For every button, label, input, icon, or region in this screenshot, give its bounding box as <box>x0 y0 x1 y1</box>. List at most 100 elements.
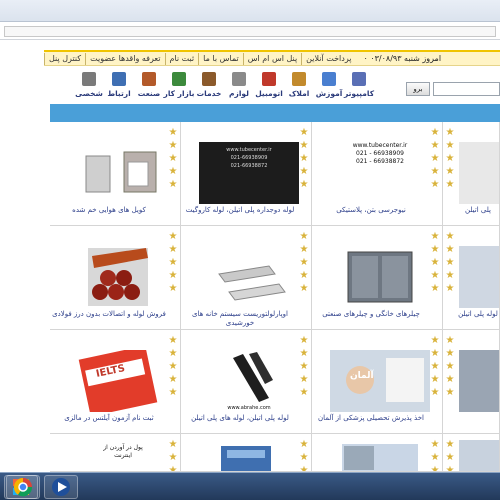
category-label: آموزش <box>315 89 343 98</box>
listing-card[interactable]: ★ ★ ★ ★ ★ www.tubecenter.ir 021 - 66938909 0… <box>312 122 443 226</box>
media-icon[interactable] <box>44 475 78 499</box>
listing-card[interactable]: ★ ★ ★ <box>181 434 312 472</box>
rating-stars: ★ ★ ★ ★ ★ <box>168 127 178 190</box>
listing-card[interactable]: ★ ★ ★ ★ ★ چیلرهای خانگی و چیلرهای صنعتی <box>312 226 443 330</box>
listing-card[interactable]: ★ ★ ★ <box>312 434 443 472</box>
listing-card[interactable]: ★ ★ ★ ★ ★ آلمان اخذ پذیرش تحصیلی پزشکی از آل… <box>312 330 443 434</box>
rating-stars: ★ ★ ★ ★ ★ <box>445 127 455 190</box>
listing-title[interactable]: چیلرهای خانگی و چیلرهای صنعتی <box>314 310 428 319</box>
category-education[interactable]: آموزش <box>314 70 344 106</box>
photo-text: www.abrahe.com <box>227 405 271 411</box>
listing-card[interactable]: ★ ★ ★ ★ ★ www.abrahe.com لوله پلی اتیلن، لول… <box>181 330 312 434</box>
listing-card[interactable]: ★ ★ ★ ★ ★ فروش لوله و اتصالات بدون درز فولاد… <box>50 226 181 330</box>
category-label: خدمات <box>196 89 222 98</box>
rating-stars: ★ ★ ★ <box>168 439 178 472</box>
listing-title[interactable]: فروش لوله و اتصالات بدون درز فولادی <box>52 310 166 319</box>
site-page: کنترل پنل تعرفه واقدها عضویت ثبت نام تما… <box>44 40 500 472</box>
rating-stars: ★ ★ ★ <box>299 439 309 472</box>
listing-title[interactable]: لوله پلی اتیلن، لوله های پلی اتیلن <box>183 414 297 423</box>
barrier-icon: www.tubecenter.ir 021 - 66938909 021 - 6… <box>330 142 430 204</box>
category-car[interactable]: اتومبیل <box>254 70 284 106</box>
category-communication[interactable]: ارتباط <box>104 70 134 106</box>
category-appliances[interactable]: لوازم <box>224 70 254 106</box>
listing-title[interactable]: اخذ پذیرش تحصیلی پزشکی از آلمان <box>314 414 428 423</box>
rating-stars: ★ ★ ★ ★ ★ <box>430 335 440 398</box>
today-date: امروز شنبه ۰۳/۰۸/۹۳ ۰ <box>363 54 442 63</box>
box-icon <box>199 440 299 471</box>
computer-icon <box>352 72 366 86</box>
browser-tab-strip <box>0 0 500 22</box>
car-icon <box>262 72 276 86</box>
category-label: بازار کار <box>163 89 195 98</box>
rating-stars: ★ ★ ★ ★ ★ <box>299 335 309 398</box>
category-label: شخصی <box>75 89 103 98</box>
taskbar <box>0 472 500 500</box>
pen-icon <box>322 72 336 86</box>
chrome-icon[interactable] <box>6 475 40 499</box>
industry-icon <box>142 72 156 86</box>
rating-stars: ★ ★ ★ ★ ★ <box>299 127 309 190</box>
category-label: ارتباط <box>107 89 131 98</box>
listing-title[interactable]: کویل های هوایی خم شده <box>52 206 166 215</box>
pipe-dark-icon: www.tubecenter.ir 021-66938909 021-66938… <box>199 142 299 204</box>
hdpe-pipe-icon: www.abrahe.com <box>199 350 299 412</box>
category-real-estate[interactable]: املاک <box>284 70 314 106</box>
nav-online-payment[interactable]: پرداخت آنلاین <box>301 52 355 65</box>
nav-control-panel[interactable]: کنترل پنل <box>44 52 85 65</box>
category-jobs[interactable]: بازار کار <box>164 70 194 106</box>
nav-pricing[interactable]: تعرفه واقدها عضویت <box>85 52 164 65</box>
section-header-bar <box>50 104 500 122</box>
address-bar[interactable] <box>4 26 496 37</box>
photo-text: www.tubecenter.ir 021 - 66938909 021 - 6… <box>352 142 408 165</box>
book-icon <box>202 72 216 86</box>
rating-stars: ★ ★ ★ ★ ★ <box>445 335 455 398</box>
browser-top <box>0 0 500 40</box>
category-personal[interactable]: شخصی <box>74 70 104 106</box>
category-computer[interactable]: کامپیوتر <box>344 70 374 106</box>
rating-stars: ★ ★ ★ <box>430 439 440 472</box>
photo-text: www.tubecenter.ir 021-66938909 021-66938… <box>226 147 272 169</box>
category-industry[interactable]: صنعت <box>134 70 164 106</box>
machine-icon <box>459 350 499 412</box>
category-label: لوازم <box>229 89 249 98</box>
pipe-blue-icon <box>459 246 499 308</box>
listing-card[interactable]: ★ ★ ★ ★ ★ اوپارلولتوریست سیستم خانه های خورش… <box>181 226 312 330</box>
listing-title[interactable]: نیوجرسی بتن، پلاستیکی <box>314 206 428 215</box>
category-bar: کامپیوتر آموزش املاک اتومبیل لوازم خدمات… <box>44 70 374 106</box>
chinese-text-icon: پول در آوردن از اینترنت <box>68 440 168 471</box>
category-label: صنعت <box>137 89 161 98</box>
search-input[interactable] <box>433 82 500 96</box>
listing-card[interactable]: ★ ★ ★ ★ ★ www.tubecenter.ir 021-66938909 021… <box>181 122 312 226</box>
listing-title[interactable]: لوله پلی اتیلن <box>457 310 499 319</box>
listing-card[interactable]: ★ ★ ★ <box>443 434 500 472</box>
listing-title[interactable]: ثبت نام آزمون آیلتس در مالزی <box>52 414 166 423</box>
category-label: اتومبیل <box>255 89 283 98</box>
chiller-icon <box>330 246 430 308</box>
listing-title[interactable]: اوپارلولتوریست سیستم خانه های خورشیدی <box>183 310 297 328</box>
category-label: کامپیوتر <box>343 89 375 98</box>
pipes-white-icon <box>459 142 499 204</box>
rating-stars: ★ ★ ★ <box>445 439 455 472</box>
medical-icon <box>330 440 430 471</box>
listing-title[interactable]: پلی اتیلن <box>457 206 499 215</box>
listing-card[interactable]: ★ ★ ★ ★ ★ لوله پلی اتیلن <box>443 226 500 330</box>
listing-card[interactable]: ★ ★ ★ پول در آوردن از اینترنت <box>50 434 181 472</box>
rating-stars: ★ ★ ★ ★ ★ <box>299 231 309 294</box>
nav-register[interactable]: ثبت نام <box>164 52 199 65</box>
listing-card[interactable]: ★ ★ ★ ★ ★ پلی اتیلن <box>443 122 500 226</box>
listing-card[interactable]: ★ ★ ★ ★ ★ IELTS ثبت نام آزمون آیلتس در مالزی <box>50 330 181 434</box>
rating-stars: ★ ★ ★ ★ ★ <box>430 231 440 294</box>
listing-card[interactable]: ★ ★ ★ ★ ★ کویل های هوایی خم شده <box>50 122 181 226</box>
left-gutter <box>0 40 44 472</box>
listing-title[interactable]: لوله دوجداره پلی اتیلن، لوله کاروگیت <box>183 206 297 215</box>
coil-icon <box>68 142 168 204</box>
rating-stars: ★ ★ ★ ★ ★ <box>168 335 178 398</box>
listing-card[interactable]: ★ ★ ★ ★ ★ <box>443 330 500 434</box>
nav-sms-panel[interactable]: پنل اس ام اس <box>242 52 301 65</box>
nav-contact[interactable]: تماس با ما <box>198 52 243 65</box>
photo-text: پول در آوردن از اینترنت <box>103 444 143 459</box>
steel-pipes-icon <box>68 246 168 308</box>
worker-icon <box>172 72 186 86</box>
category-services[interactable]: خدمات <box>194 70 224 106</box>
search-button[interactable]: برو <box>406 82 430 96</box>
